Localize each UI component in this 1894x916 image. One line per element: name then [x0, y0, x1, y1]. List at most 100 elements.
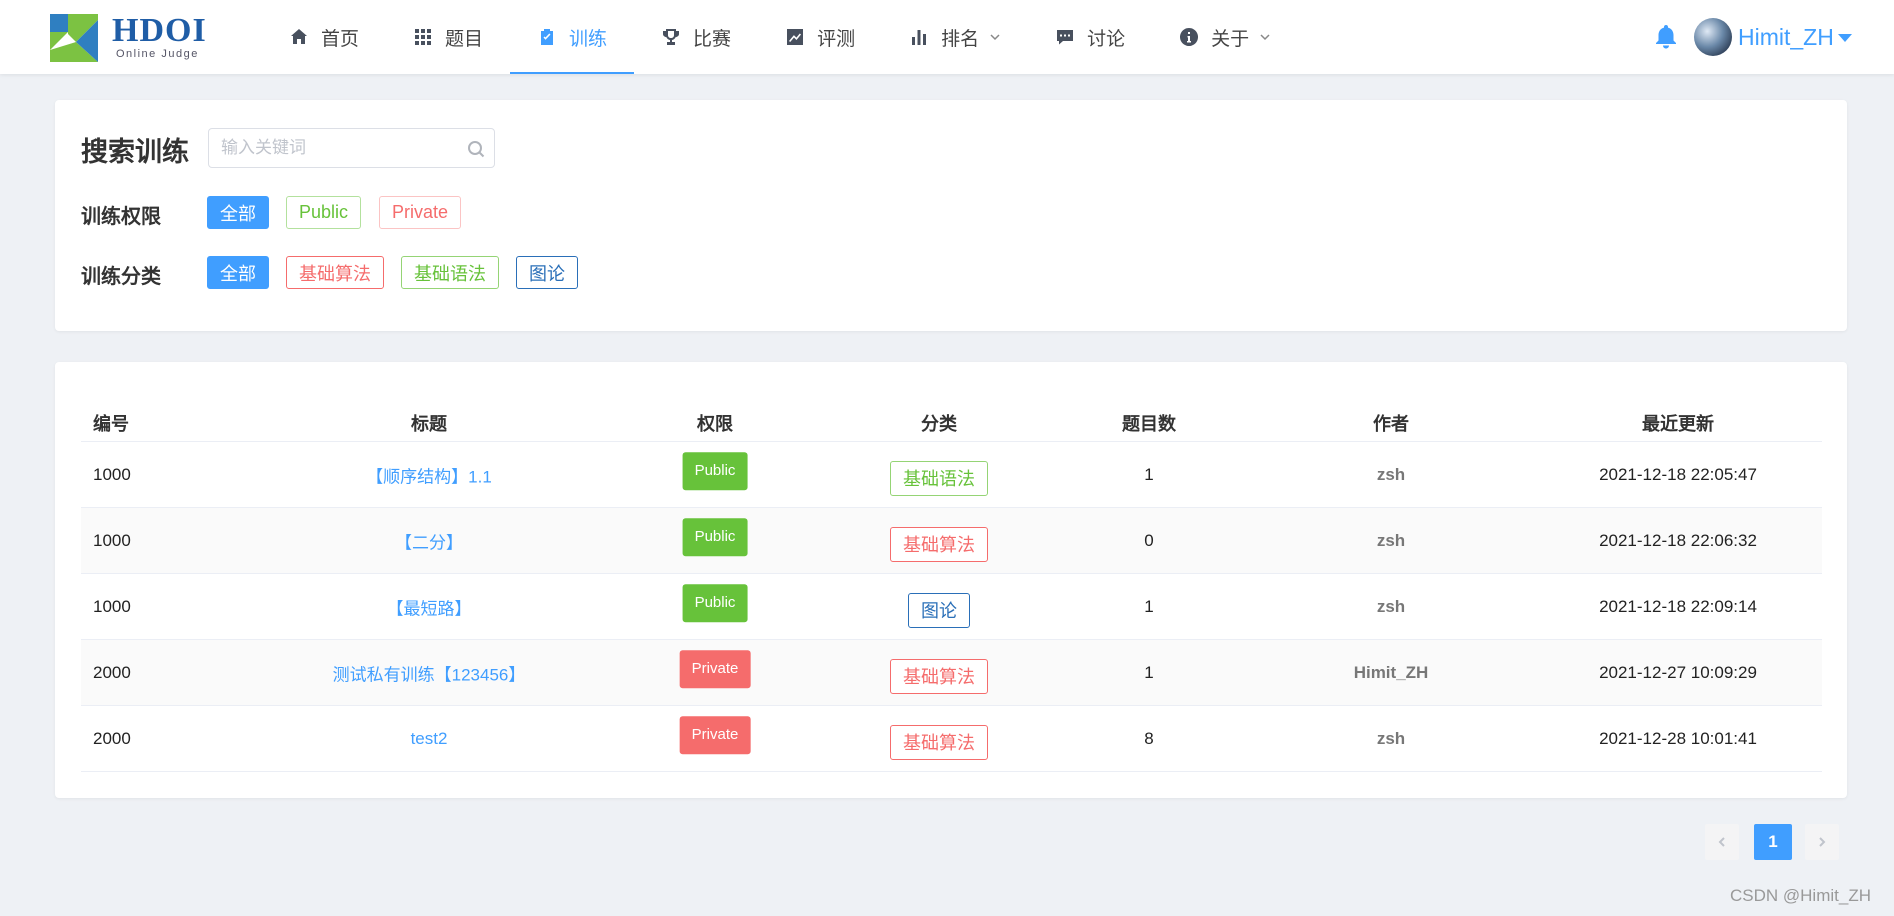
category-filter-algorithm[interactable]: 基础算法 [286, 256, 384, 289]
cell-author-link[interactable]: zsh [1377, 465, 1405, 485]
cell-updated: 2021-12-28 10:01:41 [1599, 728, 1757, 748]
user-menu-caret-icon[interactable] [1838, 34, 1852, 42]
column-header-updated: 最近更新 [1642, 414, 1714, 434]
bell-icon [1656, 25, 1676, 49]
clipboard-check-icon [541, 29, 554, 45]
nav-item-training[interactable]: 训练 [510, 0, 635, 74]
cell-id: 2000 [93, 728, 131, 748]
cell-problem-count: 8 [1144, 728, 1154, 748]
pagination-next-button[interactable] [1805, 824, 1839, 860]
pagination-prev-button[interactable] [1705, 824, 1739, 860]
category-filter-all[interactable]: 全部 [207, 256, 269, 289]
nav-item-label: 题目 [445, 28, 484, 50]
category-badge[interactable]: 基础算法 [890, 658, 988, 694]
table-row[interactable]: 1000 【最短路】 Public 图论 1 zsh 2021-12-18 22:09:14 [81, 574, 1822, 640]
nav-item-label: 关于 [1211, 28, 1250, 50]
cell-author-link[interactable]: zsh [1377, 597, 1405, 617]
nav-item-discussion[interactable]: 讨论 [1028, 0, 1152, 74]
nav-item-label: 首页 [321, 28, 360, 50]
nav-item-label: 训练 [569, 28, 608, 50]
cell-author-link[interactable]: zsh [1377, 531, 1405, 551]
cell-problem-count: 1 [1144, 596, 1154, 616]
permission-badge: Private [679, 649, 751, 688]
table-row[interactable]: 1000 【二分】 Public 基础算法 0 zsh 2021-12-18 22:06:3… [81, 508, 1822, 574]
chevron-down-icon [1260, 34, 1270, 41]
cell-author-link[interactable]: zsh [1377, 729, 1405, 749]
filter-card: 搜索训练 训练权限 全部 Public Private 训练分类 全部 基础算法… [55, 100, 1847, 331]
category-filter-syntax[interactable]: 基础语法 [401, 256, 499, 289]
cell-updated: 2021-12-18 22:06:32 [1599, 530, 1757, 550]
category-badge[interactable]: 基础算法 [890, 526, 988, 562]
cell-id: 1000 [93, 464, 131, 484]
nav-item-home[interactable]: 首页 [262, 0, 386, 74]
logo-title: HDOI [112, 12, 207, 49]
training-table-card: 编号 标题 权限 分类 题目数 作者 最近更新 1000 【顺序结构】1.1 Pub… [55, 362, 1847, 798]
table-row[interactable]: 2000 测试私有训练【123456】 Private 基础算法 1 Himit_ZH 20… [81, 640, 1822, 706]
cell-problem-count: 1 [1144, 662, 1154, 682]
permission-filter-label: 训练权限 [81, 206, 161, 228]
cell-title-link[interactable]: 测试私有训练【123456】 [333, 660, 526, 685]
search-icon[interactable] [467, 140, 485, 158]
cell-title-link[interactable]: 【二分】 [395, 528, 463, 553]
cell-title-link[interactable]: 【顺序结构】1.1 [366, 462, 492, 487]
cell-title-link[interactable]: test2 [411, 729, 448, 749]
table-body: 1000 【顺序结构】1.1 Public 基础语法 1 zsh 2021-12-18 22… [81, 442, 1822, 772]
table-row[interactable]: 2000 test2 Private 基础算法 8 zsh 2021-12-28 10:01… [81, 706, 1822, 772]
permission-filter-private[interactable]: Private [379, 196, 462, 229]
notification-bell[interactable] [1652, 22, 1680, 50]
chevron-left-icon [1718, 837, 1725, 847]
chevron-down-icon [990, 34, 1000, 41]
logo-mark-icon [50, 14, 98, 62]
pagination-page-button[interactable]: 1 [1754, 824, 1792, 860]
column-header-permission: 权限 [697, 414, 733, 434]
cell-updated: 2021-12-18 22:09:14 [1599, 596, 1757, 616]
grid-icon [415, 29, 432, 45]
category-filter-label: 训练分类 [81, 266, 161, 288]
main-nav: 首页 题目 训练 比赛 评测 排名 讨论 关于 [262, 0, 1298, 74]
column-header-problem-count: 题目数 [1122, 414, 1176, 434]
column-header-category: 分类 [921, 414, 957, 434]
search-box [208, 128, 495, 168]
nav-item-about[interactable]: 关于 [1152, 0, 1298, 74]
table-header: 编号 标题 权限 分类 题目数 作者 最近更新 [81, 400, 1822, 442]
cell-problem-count: 1 [1144, 464, 1154, 484]
trophy-icon [663, 29, 680, 45]
nav-item-status[interactable]: 评测 [758, 0, 882, 74]
nav-item-label: 评测 [817, 28, 856, 50]
search-input[interactable] [209, 129, 494, 167]
info-icon [1180, 28, 1199, 46]
username[interactable]: Himit_ZH [1738, 24, 1834, 51]
category-badge[interactable]: 基础语法 [890, 460, 988, 496]
nav-item-problems[interactable]: 题目 [386, 0, 510, 74]
category-filter-graph[interactable]: 图论 [516, 256, 578, 289]
trend-chart-icon [787, 29, 804, 45]
bar-chart-icon [912, 30, 927, 45]
cell-id: 1000 [93, 530, 131, 550]
category-badge[interactable]: 基础算法 [890, 724, 988, 760]
nav-item-rank[interactable]: 排名 [882, 0, 1028, 74]
cell-problem-count: 0 [1144, 530, 1154, 550]
category-badge[interactable]: 图论 [908, 592, 970, 628]
permission-badge: Public [682, 517, 748, 556]
chat-icon [1057, 30, 1074, 45]
permission-badge: Private [679, 715, 751, 754]
permission-filter-all[interactable]: 全部 [207, 196, 269, 229]
column-header-author: 作者 [1373, 414, 1409, 434]
cell-author-link[interactable]: Himit_ZH [1354, 663, 1429, 683]
top-navbar: HDOI Online Judge 首页 题目 训练 比赛 评测 排名 讨论 关… [0, 0, 1894, 74]
permission-badge: Public [682, 583, 748, 622]
permission-filter-public[interactable]: Public [286, 196, 362, 229]
user-avatar[interactable] [1694, 18, 1732, 56]
table-row[interactable]: 1000 【顺序结构】1.1 Public 基础语法 1 zsh 2021-12-18 22… [81, 442, 1822, 508]
cell-title-link[interactable]: 【最短路】 [387, 594, 472, 619]
nav-item-contest[interactable]: 比赛 [634, 0, 758, 74]
chevron-right-icon [1819, 837, 1826, 847]
column-header-title: 标题 [411, 414, 447, 434]
watermark: CSDN @Himit_ZH [1730, 886, 1871, 905]
nav-item-label: 排名 [941, 28, 980, 50]
permission-badge: Public [682, 451, 748, 490]
cell-id: 1000 [93, 596, 131, 616]
nav-item-label: 比赛 [693, 28, 732, 50]
site-logo[interactable]: HDOI Online Judge [46, 10, 206, 66]
cell-updated: 2021-12-27 10:09:29 [1599, 662, 1757, 682]
